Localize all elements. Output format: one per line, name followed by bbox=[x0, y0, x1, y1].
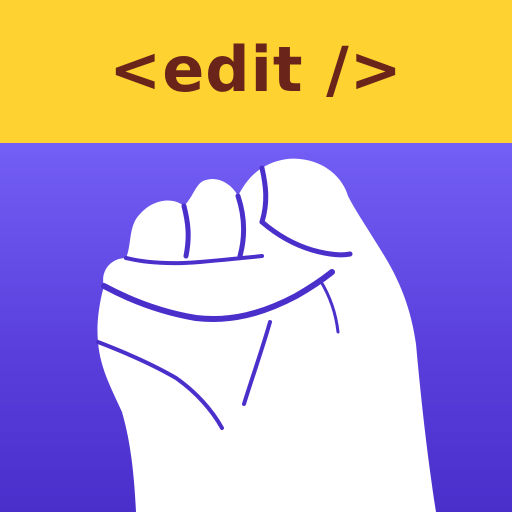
raised-fist-icon bbox=[96, 158, 437, 512]
app-icon: <edit /> bbox=[0, 0, 512, 512]
